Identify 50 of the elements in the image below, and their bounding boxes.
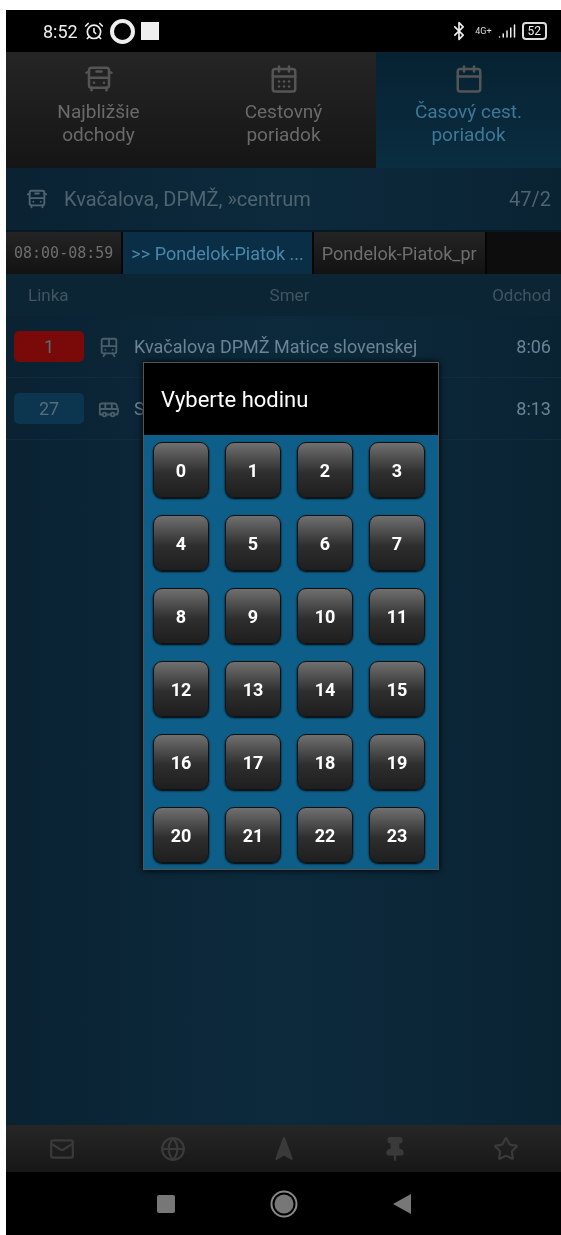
line-badge: 27 — [14, 393, 84, 424]
network-type-text: 4G+ — [475, 26, 492, 36]
direction-text: Kvačalova DPMŽ Matice slovenskej — [134, 336, 418, 357]
hour-button[interactable]: 0 — [153, 442, 209, 498]
departure-time: 8:13 — [516, 398, 551, 419]
hour-button[interactable]: 17 — [225, 734, 281, 790]
hour-button[interactable]: 7 — [369, 515, 425, 571]
dialog-title: Vyberte hodinu — [144, 363, 438, 435]
trolleybus-icon — [98, 335, 120, 358]
bus-icon — [26, 188, 48, 210]
star-icon[interactable] — [492, 1135, 519, 1162]
hour-button[interactable]: 1 — [225, 442, 281, 498]
hour-button[interactable]: 19 — [369, 734, 425, 790]
departure-time: 8:06 — [516, 336, 551, 357]
hour-button[interactable]: 6 — [297, 515, 353, 571]
hour-button[interactable]: 8 — [153, 588, 209, 644]
hour-button[interactable]: 12 — [153, 661, 209, 717]
hour-button[interactable]: 2 — [297, 442, 353, 498]
back-icon[interactable] — [392, 1193, 411, 1214]
hour-button[interactable]: 21 — [225, 807, 281, 863]
globe-icon[interactable] — [159, 1135, 186, 1162]
home-icon[interactable] — [269, 1189, 298, 1218]
line-badge: 1 — [14, 331, 84, 362]
hour-button[interactable]: 18 — [297, 734, 353, 790]
hour-button[interactable]: 13 — [225, 661, 281, 717]
hour-button[interactable]: 15 — [369, 661, 425, 717]
hour-button[interactable]: 10 — [297, 588, 353, 644]
battery-level: 52 — [521, 22, 547, 40]
alarm-icon — [83, 21, 104, 41]
hour-button[interactable]: 20 — [153, 807, 209, 863]
hour-button[interactable]: 23 — [369, 807, 425, 863]
station-count: 47/2 — [509, 187, 551, 211]
calendar-icon — [453, 64, 484, 94]
calendar-icon — [268, 64, 299, 94]
circle-icon — [109, 18, 135, 44]
hour-button[interactable]: 9 — [225, 588, 281, 644]
hour-button[interactable]: 4 — [153, 515, 209, 571]
hour-button[interactable]: 3 — [369, 442, 425, 498]
recents-icon[interactable] — [156, 1194, 175, 1213]
hour-button[interactable]: 22 — [297, 807, 353, 863]
signal-icon — [497, 22, 516, 40]
square-icon — [140, 22, 159, 40]
bus-icon — [83, 64, 114, 94]
clock-text: 8:52 — [43, 20, 78, 42]
hour-button[interactable]: 5 — [225, 515, 281, 571]
filter-tab[interactable]: >> Pondelok-Piatok ... — [123, 232, 314, 274]
hour-button[interactable]: 11 — [369, 588, 425, 644]
hour-button[interactable]: 14 — [297, 661, 353, 717]
station-name: Kvačalova, DPMŽ, »centrum — [64, 187, 311, 211]
hour-button[interactable]: 16 — [153, 734, 209, 790]
